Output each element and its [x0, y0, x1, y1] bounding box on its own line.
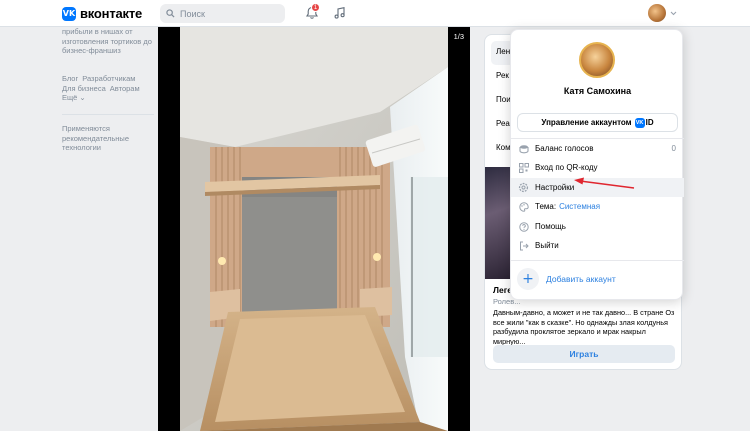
photo-viewer: 1/3: [158, 27, 470, 431]
vk-logo-mark: VK: [62, 6, 76, 21]
vk-logo[interactable]: VK вконтакте: [62, 6, 142, 21]
link-authors[interactable]: Авторам: [110, 84, 140, 94]
logout-icon: [518, 240, 529, 251]
link-more[interactable]: Ещё ⌄: [62, 93, 86, 103]
manage-account-label: Управление аккаунтом: [541, 118, 632, 127]
help-icon: [518, 221, 529, 232]
vk-id-badge: VK ID: [634, 117, 654, 128]
vk-id-text: ID: [645, 118, 654, 127]
menu-item-label: Настройки: [535, 183, 575, 192]
plus-icon: +: [517, 268, 539, 290]
search-icon: [166, 9, 175, 18]
add-account-label: Добавить аккаунт: [546, 274, 616, 284]
menu-item-logout[interactable]: Выйти: [511, 236, 684, 255]
menu-item-label: Тема:: [535, 202, 557, 211]
divider: [511, 260, 684, 261]
coins-icon: [518, 143, 529, 154]
play-button[interactable]: Играть: [493, 345, 675, 363]
search-input[interactable]: Поиск: [160, 4, 285, 23]
profile-name[interactable]: Катя Самохина: [511, 86, 684, 96]
notification-badge: 1: [311, 3, 320, 12]
recommendation-notice[interactable]: Применяются рекомендательные технологии: [62, 124, 157, 153]
top-bar: VK вконтакте Поиск 1: [0, 0, 750, 27]
add-account-button[interactable]: + Добавить аккаунт: [517, 268, 616, 290]
menu-item-label: Вход по QR-коду: [535, 163, 598, 172]
search-placeholder: Поиск: [180, 8, 205, 19]
menu-item-theme[interactable]: Тема: Системная: [511, 197, 684, 216]
menu-item-label: Помощь: [535, 222, 566, 231]
promo-text: прибыли в нишах от изготовления тортиков…: [62, 27, 152, 55]
vk-id-mark: VK: [634, 117, 645, 128]
footer-links: Блог Разработчикам Для бизнеса Авторам Ещё…: [62, 74, 162, 103]
menu-item-help[interactable]: Помощь: [511, 217, 684, 236]
user-menu-button[interactable]: [648, 4, 677, 22]
game-image[interactable]: [485, 167, 513, 279]
palette-icon: [518, 201, 529, 212]
menu-item-qr-login[interactable]: Вход по QR-коду: [511, 158, 684, 177]
game-description: Давным-давно, а может и не так давно... …: [493, 308, 675, 346]
menu-item-balance[interactable]: Баланс голосов 0: [511, 139, 684, 158]
chevron-down-icon: [670, 11, 677, 15]
manage-account-button[interactable]: Управление аккаунтом VK ID: [517, 113, 678, 132]
menu-item-label: Баланс голосов: [535, 144, 594, 153]
avatar: [648, 4, 666, 22]
account-dropdown: Катя Самохина Управление аккаунтом VK ID…: [510, 29, 684, 300]
annotation-arrow-icon: [574, 177, 635, 189]
link-business[interactable]: Для бизнеса: [62, 84, 106, 94]
qr-icon: [518, 162, 529, 173]
music-icon[interactable]: [333, 6, 347, 20]
room-photo[interactable]: [180, 27, 448, 431]
photo-counter: 1/3: [453, 32, 464, 41]
menu-item-label: Выйти: [535, 241, 559, 250]
vk-logo-text: вконтакте: [80, 6, 143, 21]
gear-icon: [518, 182, 529, 193]
profile-avatar[interactable]: [579, 42, 615, 78]
link-developers[interactable]: Разработчикам: [82, 74, 135, 84]
link-blog[interactable]: Блог: [62, 74, 78, 84]
balance-value: 0: [671, 144, 676, 153]
theme-value: Системная: [559, 202, 601, 211]
divider: [62, 114, 154, 115]
